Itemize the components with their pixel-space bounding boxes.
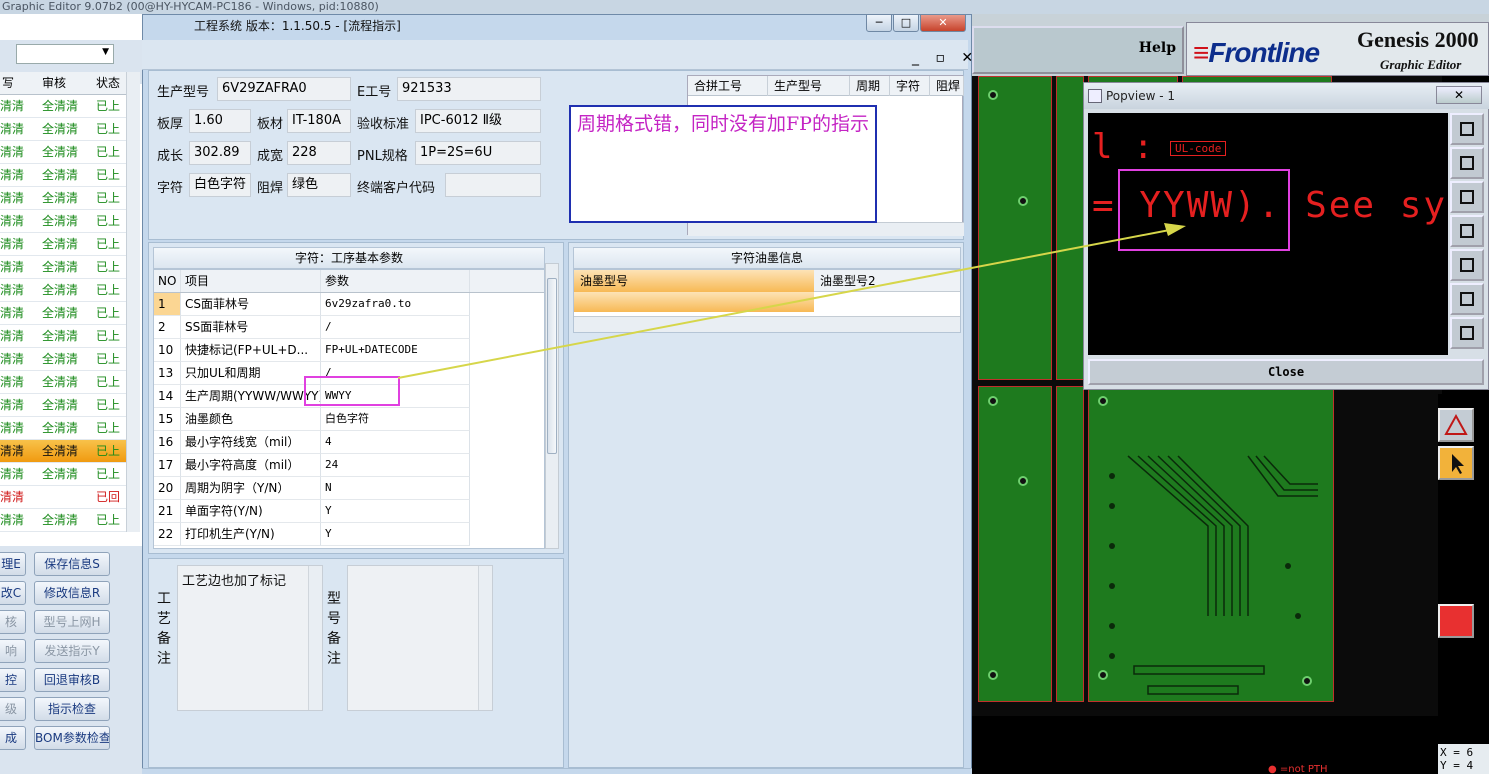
merge-table-scrollbar[interactable] [688, 222, 964, 236]
standard-label: 验收标准 [357, 117, 410, 132]
triangle-tool-icon[interactable] [1438, 408, 1474, 442]
pan-up-icon[interactable] [1450, 147, 1484, 179]
width-label: 成宽 [257, 149, 284, 164]
pnl-field[interactable]: 1P=2S=6U [415, 141, 541, 165]
table-row[interactable]: 17 最小字符高度（mil） 24 [154, 454, 544, 477]
ink-info-panel: 字符油墨信息 油墨型号 油墨型号2 [568, 242, 964, 768]
thickness-field[interactable]: 1.60 [189, 109, 251, 133]
pnl-label: PNL规格 [357, 149, 408, 164]
popview-close-button[interactable]: Close [1088, 359, 1484, 385]
zoom-fit-icon[interactable] [1450, 113, 1484, 145]
char-field[interactable]: 白色字符 [189, 173, 251, 197]
mask-field[interactable]: 绿色 [287, 173, 351, 197]
frontline-logo: ≡Frontline [1193, 37, 1320, 68]
popview-close-icon[interactable]: ✕ [1436, 86, 1482, 104]
error-note-annotation: 周期格式错，同时没有加FP的指示 [569, 105, 877, 223]
product-info-panel: 生产型号 6V29ZAFRA0 E工号 921533 板厚 1.60 板材 IT… [148, 70, 964, 240]
customer-code-label: 终端客户代码 [357, 181, 436, 196]
zoom-out-icon[interactable] [1450, 317, 1484, 349]
pan-left-icon[interactable] [1450, 215, 1484, 247]
remarks-panel: 工艺备注 工艺边也加了标记 型号备注 [148, 558, 564, 768]
mdi-controls[interactable]: _ ▫ ✕ [912, 50, 979, 66]
product-no-field[interactable]: 6V29ZAFRA0 [217, 77, 351, 101]
model-remark-label: 型号备注 [327, 591, 341, 667]
e-no-field[interactable]: 921533 [397, 77, 541, 101]
table-row[interactable]: 22 打印机生产(Y/N) Y [154, 523, 544, 546]
e-no-label: E工号 [357, 85, 392, 100]
ink-caption: 字符油墨信息 [573, 247, 961, 269]
maximize-button[interactable]: □ [893, 14, 919, 32]
material-label: 板材 [257, 117, 284, 132]
genesis-header: Help ≡Frontline Genesis 2000 Graphic Edi… [968, 14, 1489, 76]
ink-selected-row[interactable] [574, 292, 814, 312]
ink-table: 油墨型号 油墨型号2 [573, 269, 961, 333]
popview-toolbar [1450, 113, 1486, 355]
ul-code-label: UL-code [1170, 141, 1227, 156]
ink-table-scrollbar[interactable] [574, 316, 960, 332]
popview-app-icon [1088, 89, 1102, 103]
engineering-dialog: 工程系统 版本：1.1.50.5 - [流程指示] ─ □ ✕ _ ▫ ✕ 生产… [0, 14, 973, 774]
yyww-highlight-box [1118, 169, 1290, 251]
popview-canvas[interactable]: l : UL-code = YYWW). See sy [1088, 113, 1448, 355]
char-label: 字符 [157, 181, 184, 196]
dialog-title: 工程系统 版本：1.1.50.5 - [流程指示] [194, 19, 401, 33]
popview-title: Popview - 1 [1084, 83, 1489, 109]
help-button[interactable]: Help [972, 26, 1184, 74]
coordinate-readout: X = 6Y = 4 [1438, 744, 1489, 774]
popview-text-line1: l : [1092, 127, 1154, 167]
params-scrollbar[interactable] [545, 263, 559, 549]
pcb-traces [1109, 455, 1318, 695]
wwyy-highlight-box [304, 376, 400, 406]
zoom-in-icon[interactable] [1450, 283, 1484, 315]
pan-down-icon[interactable] [1450, 181, 1484, 213]
model-remark-field[interactable] [347, 565, 493, 711]
brand-box: ≡Frontline Genesis 2000 Graphic Editor [1186, 22, 1489, 76]
standard-field[interactable]: IPC-6012 Ⅱ级 [415, 109, 541, 133]
process-remark-field[interactable]: 工艺边也加了标记 [177, 565, 323, 711]
customer-code-field[interactable] [445, 173, 541, 197]
dialog-menubar [142, 40, 968, 70]
merge-table-header: 合拼工号 生产型号 周期 字符 阻焊 [688, 76, 964, 96]
pointer-tool-icon[interactable] [1438, 446, 1474, 480]
product-subtitle: Graphic Editor [1380, 57, 1462, 72]
process-remark-label: 工艺备注 [157, 591, 171, 667]
genesis-toolbar [1438, 394, 1489, 774]
close-button[interactable]: ✕ [920, 14, 966, 32]
params-caption: 字符：工序基本参数 [153, 247, 545, 269]
length-label: 成长 [157, 149, 184, 164]
table-row[interactable]: 10 快捷标记(FP+UL+D... FP+UL+DATECODE [154, 339, 544, 362]
table-row[interactable]: 15 油墨颜色 白色字符 [154, 408, 544, 431]
width-field[interactable]: 228 [287, 141, 351, 165]
product-name: Genesis 2000 [1357, 27, 1479, 52]
minimize-button[interactable]: ─ [866, 14, 892, 32]
popview-window: Popview - 1 ✕ l : UL-code = YYWW). See s… [1083, 82, 1489, 390]
mask-label: 阻焊 [257, 181, 284, 196]
background-window-title: Graphic Editor 9.07b2 (00@HY-HYCAM-PC186… [0, 0, 1489, 14]
params-table: NO 项目 参数 1 CS面菲林号 6v29zafra0.to 2 SS面菲林号/10 快… [153, 269, 545, 549]
table-row[interactable]: 16 最小字符线宽（mil） 4 [154, 431, 544, 454]
material-field[interactable]: IT-180A [287, 109, 351, 133]
params-header: NO 项目 参数 [154, 270, 544, 293]
status-bar [142, 768, 972, 774]
thickness-label: 板厚 [157, 117, 184, 132]
not-pth-legend: ● =not PTH [1268, 764, 1328, 774]
length-field[interactable]: 302.89 [189, 141, 251, 165]
table-row[interactable]: 2 SS面菲林号 / [154, 316, 544, 339]
table-row[interactable]: 1 CS面菲林号 6v29zafra0.to [154, 293, 544, 316]
pan-right-icon[interactable] [1450, 249, 1484, 281]
product-no-label: 生产型号 [157, 85, 210, 100]
table-row[interactable]: 21 单面字符(Y/N) Y [154, 500, 544, 523]
grid-tool-icon[interactable] [1438, 604, 1474, 638]
table-row[interactable]: 20 周期为阴字（Y/N） N [154, 477, 544, 500]
